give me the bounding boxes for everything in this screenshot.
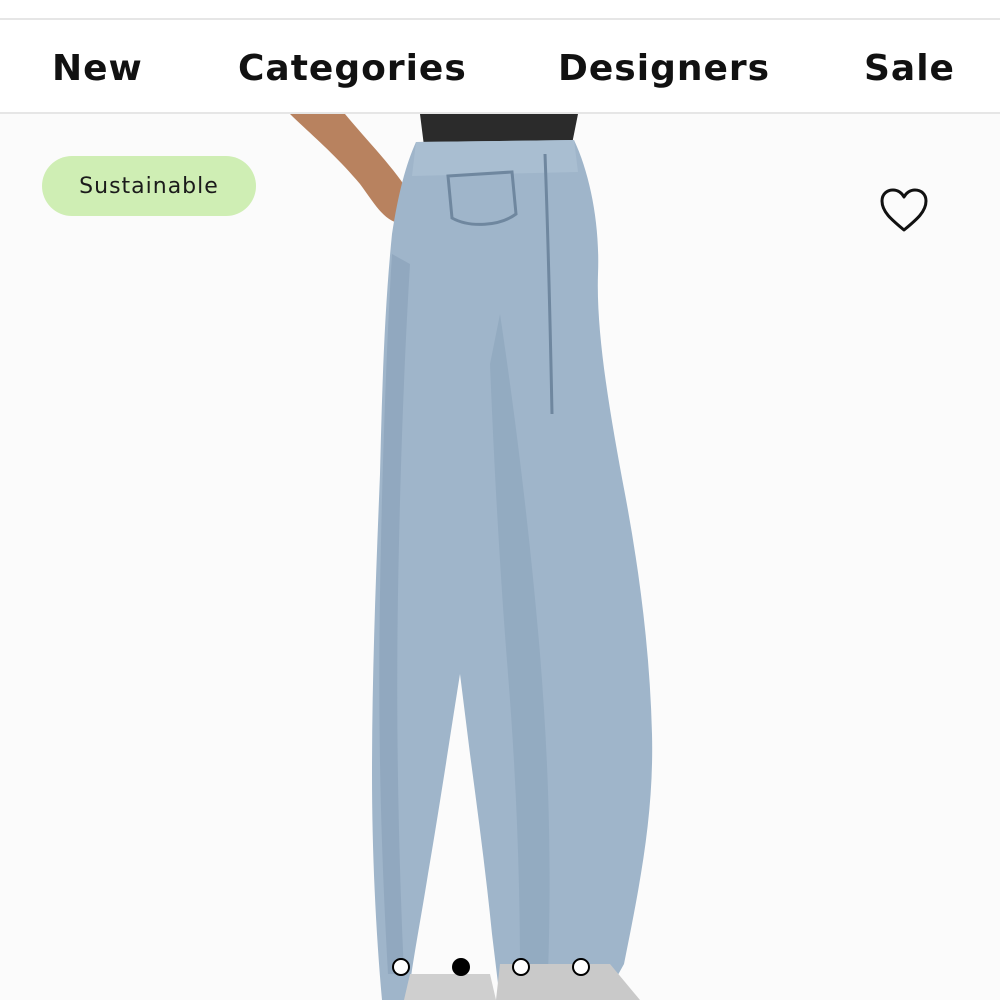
waistband: [412, 140, 578, 176]
model-arm: [290, 114, 410, 224]
carousel-dot[interactable]: [572, 958, 590, 976]
nav-item-new[interactable]: New: [52, 48, 143, 89]
product-image-carousel[interactable]: Sustainable: [0, 114, 1000, 1000]
nav-item-categories[interactable]: Categories: [238, 48, 467, 89]
top-bar: [0, 0, 1000, 20]
carousel-dot[interactable]: [512, 958, 530, 976]
carousel-dot[interactable]: [392, 958, 410, 976]
heart-icon[interactable]: [878, 186, 930, 234]
nav-item-designers[interactable]: Designers: [558, 48, 770, 89]
nav-item-sale[interactable]: Sale: [864, 48, 955, 89]
carousel-dots: [392, 952, 612, 982]
sustainable-badge: Sustainable: [42, 156, 256, 216]
main-nav: New Categories Designers Sale: [0, 20, 1000, 114]
product-photo: [290, 114, 653, 1000]
carousel-dot[interactable]: [452, 958, 470, 976]
